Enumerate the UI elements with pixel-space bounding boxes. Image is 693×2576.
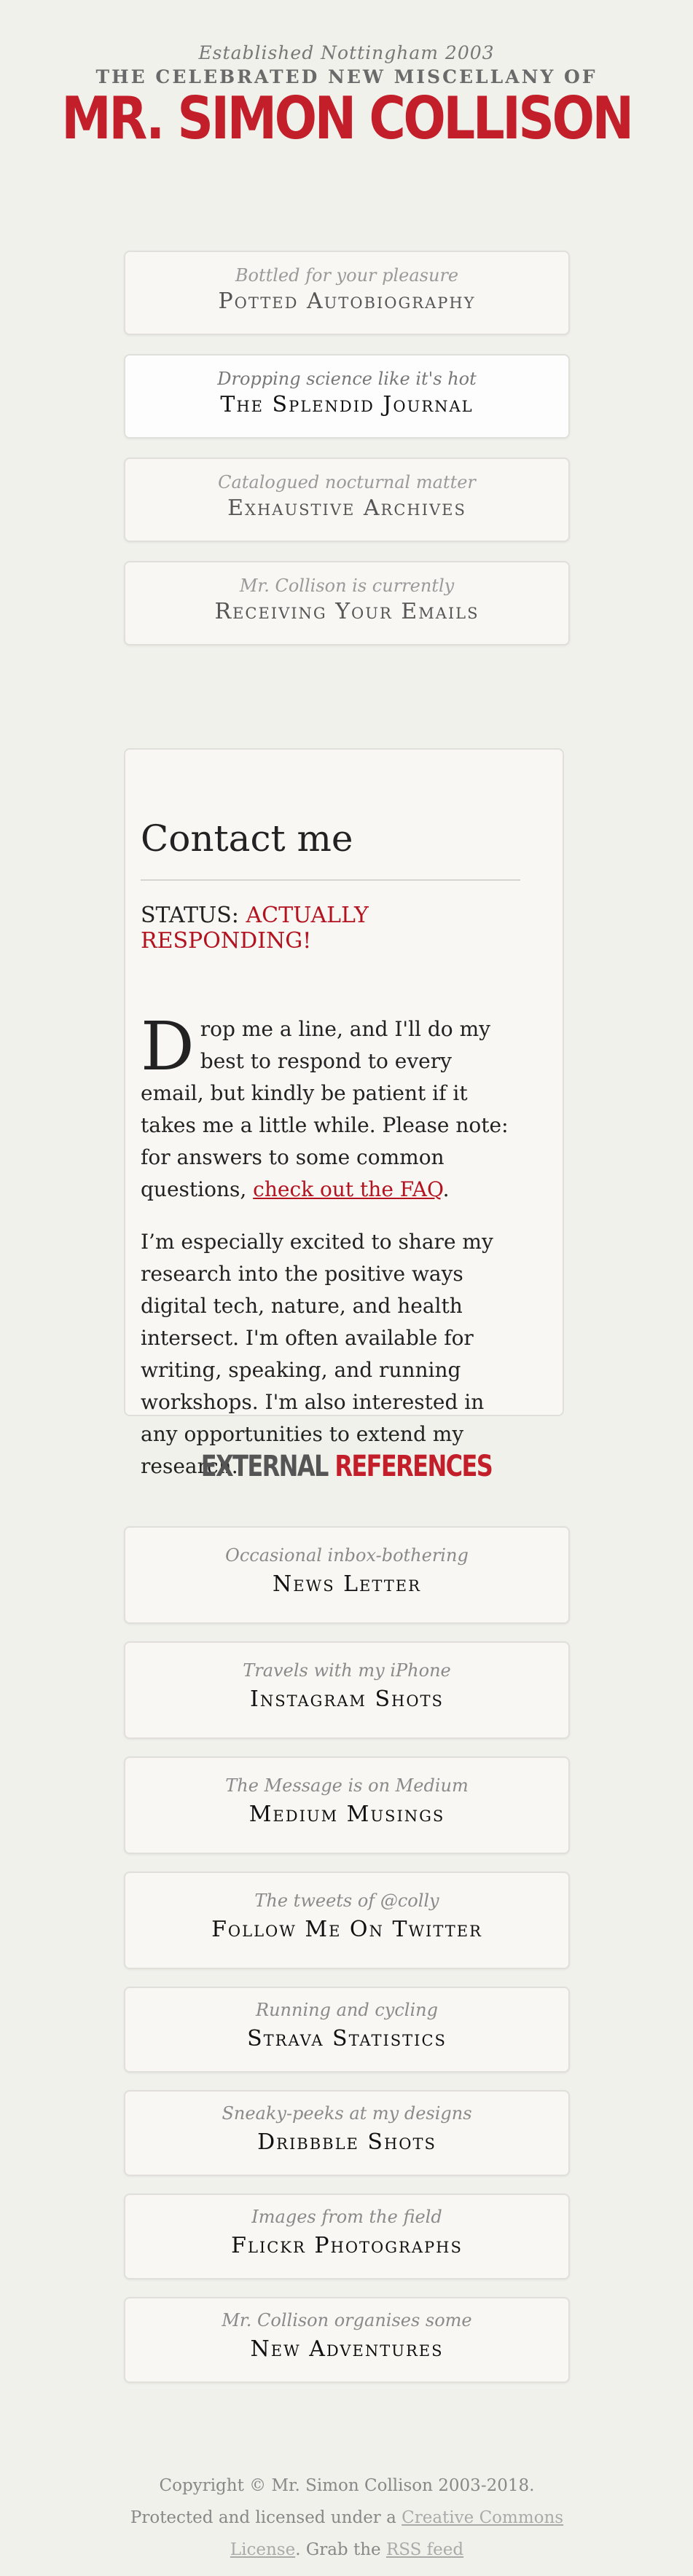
nav-item-title: Potted Autobiography xyxy=(218,288,476,314)
external-item-strava[interactable]: Running and cycling Strava Statistics xyxy=(124,1987,570,2073)
external-item-subtitle: Travels with my iPhone xyxy=(243,1660,451,1681)
external-item-dribbble[interactable]: Sneaky-peeks at my designs Dribbble Shot… xyxy=(124,2090,570,2176)
external-item-newsletter[interactable]: Occasional inbox-bothering News Letter xyxy=(124,1526,570,1624)
status-line: STATUS: ACTUALLY RESPONDING! xyxy=(141,903,520,954)
external-item-title: News Letter xyxy=(273,1571,421,1597)
nav-item-autobiography[interactable]: Bottled for your pleasure Potted Autobio… xyxy=(124,251,570,335)
footer-text: . Grab the xyxy=(295,2540,386,2559)
external-item-subtitle: The tweets of @colly xyxy=(254,1890,439,1911)
external-item-title: Medium Musings xyxy=(248,1802,445,1827)
paragraph-text: rop me a line, and I'll do my best to re… xyxy=(141,1017,509,1201)
nav-item-subtitle: Bottled for your pleasure xyxy=(235,265,459,286)
heading-divider xyxy=(141,879,520,881)
external-item-title: Follow Me On Twitter xyxy=(211,1917,482,1942)
external-item-title: Strava Statistics xyxy=(247,2026,447,2051)
nav-item-title: Exhaustive Archives xyxy=(227,495,466,521)
external-item-subtitle: Occasional inbox-bothering xyxy=(225,1545,469,1566)
external-item-subtitle: Sneaky-peeks at my designs xyxy=(222,2103,472,2124)
heading-part-external: EXTERNAL xyxy=(200,1450,329,1483)
nav-item-archives[interactable]: Catalogued nocturnal matter Exhaustive A… xyxy=(124,458,570,542)
established-tagline: Established Nottingham 2003 xyxy=(198,42,495,63)
external-item-new-adventures[interactable]: Mr. Collison organises some New Adventur… xyxy=(124,2297,570,2383)
nav-item-emails[interactable]: Mr. Collison is currently Receiving Your… xyxy=(124,561,570,645)
paragraph-end: . xyxy=(442,1177,450,1201)
heading-part-references: REFERENCES xyxy=(334,1450,493,1483)
external-item-subtitle: Running and cycling xyxy=(256,2000,438,2020)
external-item-flickr[interactable]: Images from the field Flickr Photographs xyxy=(124,2194,570,2279)
site-logo-name[interactable]: MR. SIMON COLLISON xyxy=(49,86,645,152)
nav-item-title: Receiving Your Emails xyxy=(214,599,479,624)
external-item-instagram[interactable]: Travels with my iPhone Instagram Shots xyxy=(124,1641,570,1739)
page-title: Contact me xyxy=(141,817,353,860)
status-label: STATUS: xyxy=(141,903,239,928)
external-item-subtitle: The Message is on Medium xyxy=(225,1775,469,1796)
footer: Copyright © Mr. Simon Collison 2003-2018… xyxy=(124,2470,570,2566)
contact-panel: Contact me STATUS: ACTUALLY RESPONDING! … xyxy=(124,748,564,1478)
rss-feed-link[interactable]: RSS feed xyxy=(386,2540,463,2559)
external-item-title: Flickr Photographs xyxy=(231,2233,463,2258)
faq-link[interactable]: check out the FAQ xyxy=(253,1177,442,1201)
drop-cap: D xyxy=(141,1008,195,1085)
external-item-title: Instagram Shots xyxy=(250,1686,444,1712)
nav-item-subtitle: Dropping science like it's hot xyxy=(217,369,477,389)
external-item-medium[interactable]: The Message is on Medium Medium Musings xyxy=(124,1756,570,1854)
external-item-subtitle: Images from the field xyxy=(251,2207,442,2227)
nav-item-subtitle: Catalogued nocturnal matter xyxy=(218,472,476,492)
nav-item-journal[interactable]: Dropping science like it's hot The Splen… xyxy=(124,354,570,439)
external-item-twitter[interactable]: The tweets of @colly Follow Me On Twitte… xyxy=(124,1872,570,1969)
contact-paragraph-2: I’m especially excited to share my resea… xyxy=(141,1230,493,1478)
external-references-heading: EXTERNAL REFERENCES xyxy=(69,1450,624,1483)
nav-item-subtitle: Mr. Collison is currently xyxy=(239,576,455,596)
external-item-subtitle: Mr. Collison organises some xyxy=(222,2310,472,2330)
external-item-title: Dribbble Shots xyxy=(257,2129,436,2155)
nav-item-title: The Splendid Journal xyxy=(220,392,474,417)
masthead: Established Nottingham 2003 THE CELEBRAT… xyxy=(0,42,693,152)
contact-paragraph-1: Drop me a line, and I'll do my best to r… xyxy=(141,1013,520,1206)
external-item-title: New Adventures xyxy=(250,2336,444,2362)
